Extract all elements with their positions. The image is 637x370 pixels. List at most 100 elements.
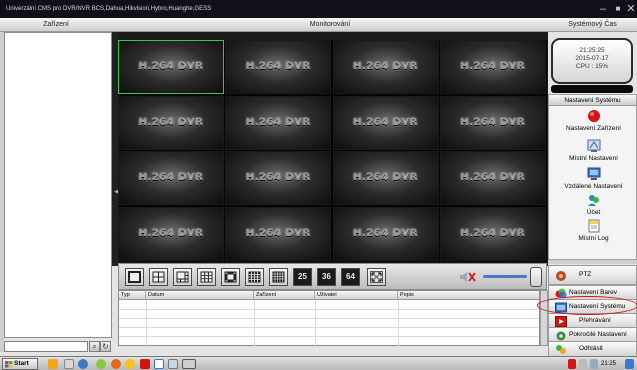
video-cell-label: H.264 DVR	[460, 116, 526, 128]
devices-header: Zařízení	[0, 18, 112, 32]
video-cell[interactable]: H.264 DVR	[225, 40, 332, 94]
video-cell-label: H.264 DVR	[460, 227, 526, 239]
log-scrollbar[interactable]	[540, 290, 548, 346]
system-settings-panel: Nastavení Systému Nastavení Zařízení Mís…	[548, 94, 637, 260]
window-icon[interactable]	[154, 359, 164, 369]
volume-slider-thumb[interactable]	[530, 267, 542, 287]
log-grid-line	[315, 300, 316, 346]
video-cell[interactable]: H.264 DVR	[332, 40, 439, 94]
video-grid: H.264 DVR H.264 DVR H.264 DVR H.264 DVR H.26…	[118, 40, 547, 262]
layout-16-button[interactable]	[245, 268, 264, 286]
start-button[interactable]: Start	[2, 358, 38, 370]
settings-panel-title: Nastavení Systému	[549, 95, 636, 106]
media-icon[interactable]	[140, 359, 150, 369]
layout-1-icon	[128, 271, 141, 283]
log-grid-line	[119, 327, 539, 328]
video-cell[interactable]: H.264 DVR	[439, 206, 546, 261]
layout-25-button[interactable]: 25	[293, 268, 312, 286]
video-cell[interactable]: H.264 DVR	[118, 206, 224, 261]
layout-4-icon	[152, 271, 165, 283]
ptz-button[interactable]: PTZ	[548, 265, 637, 285]
advanced-settings-label: Pokročilé Nastavení	[569, 331, 627, 338]
show-desktop-icon[interactable]	[625, 359, 634, 369]
video-cell[interactable]: H.264 DVR	[225, 95, 332, 150]
log-col-date[interactable]: Datum	[146, 291, 254, 300]
video-cell-label: H.264 DVR	[138, 172, 204, 183]
device-tree[interactable]	[4, 32, 112, 338]
layout-13-icon	[224, 271, 237, 283]
local-log-item[interactable]: Místní Log	[549, 219, 637, 242]
device-settings-icon	[587, 110, 600, 122]
app-icon[interactable]	[111, 359, 121, 369]
local-settings-item[interactable]: Místní Nastavení	[549, 139, 637, 162]
logout-button[interactable]: Odhlásit	[548, 341, 637, 357]
layout-6-button[interactable]	[173, 268, 192, 286]
taskbar: Start 21:25	[0, 356, 637, 370]
layout-4-button[interactable]	[149, 268, 168, 286]
advanced-settings-icon	[556, 331, 566, 341]
layout-9-button[interactable]	[197, 268, 216, 286]
local-settings-label: Místní Nastavení	[569, 155, 618, 162]
log-grid-line	[119, 309, 539, 310]
device-search-input[interactable]	[4, 341, 88, 352]
log-col-device[interactable]: Zařízení	[254, 291, 315, 300]
log-col-type[interactable]: Typ	[119, 291, 146, 300]
video-cell[interactable]: H.264 DVR	[332, 95, 439, 150]
remote-settings-item[interactable]: Vzdálené Nastavení	[549, 167, 637, 190]
speaker-icon[interactable]	[590, 359, 598, 369]
app-icon[interactable]	[168, 359, 178, 369]
chrome-icon[interactable]	[125, 359, 135, 369]
video-cell[interactable]: H.264 DVR	[332, 151, 439, 205]
video-cell[interactable]: H.264 DVR	[118, 151, 224, 205]
close-icon[interactable]: ✕	[622, 0, 637, 18]
log-col-description[interactable]: Popis	[398, 291, 540, 300]
video-cell[interactable]: H.264 DVR	[439, 40, 546, 94]
volume-slider-track[interactable]	[483, 275, 527, 278]
layout-64-button[interactable]: 64	[341, 268, 360, 286]
device-settings-item[interactable]: Nastavení Zařízení	[549, 109, 637, 132]
right-column-gap	[548, 260, 637, 264]
video-cell-label: H.264 DVR	[245, 172, 311, 183]
start-label: Start	[14, 360, 29, 367]
account-item[interactable]: Účet	[549, 193, 637, 216]
color-settings-label: Nastavení Barev	[569, 289, 618, 296]
highlight-annotation	[537, 296, 637, 315]
video-cell[interactable]: H.264 DVR	[439, 95, 546, 150]
tray-icon[interactable]	[579, 359, 587, 369]
mute-speaker-icon[interactable]	[459, 270, 477, 284]
app-icon[interactable]	[96, 359, 106, 369]
layout-36-button[interactable]: 36	[317, 268, 336, 286]
layout-1-button[interactable]	[125, 268, 144, 286]
log-grid-line	[119, 318, 539, 319]
video-cell[interactable]: H.264 DVR	[118, 40, 224, 94]
system-time-header: Systémový Čas	[548, 18, 637, 32]
browser-icon[interactable]	[78, 359, 88, 369]
search-icon[interactable]: ⌕	[89, 341, 100, 352]
log-col-user[interactable]: Uživatel	[315, 291, 398, 300]
windows-logo-icon	[5, 361, 13, 368]
video-cell[interactable]: H.264 DVR	[439, 151, 546, 205]
video-cell-label: H.264 DVR	[353, 61, 418, 72]
video-cell[interactable]: H.264 DVR	[118, 95, 224, 150]
cms-app-icon[interactable]	[182, 359, 196, 369]
tray-icon[interactable]	[568, 359, 576, 369]
video-cell[interactable]: H.264 DVR	[332, 206, 439, 261]
window-title-bar: Univerzální CMS pro DVR/NVR BCS,Dahua,Hi…	[0, 0, 637, 18]
video-cell-label: H.264 DVR	[138, 61, 204, 72]
fullscreen-button[interactable]	[367, 268, 386, 286]
logout-label: Odhlásit	[579, 345, 603, 352]
playback-icon	[555, 316, 567, 327]
video-cell[interactable]: H.264 DVR	[225, 206, 332, 261]
clock-time: 21:25:25	[579, 47, 605, 54]
layout-20-button[interactable]	[269, 268, 288, 286]
window-title: Univerzální CMS pro DVR/NVR BCS,Dahua,Hi…	[6, 6, 212, 12]
log-table: Typ Datum Zařízení Uživatel Popis	[118, 290, 540, 346]
monitoring-header: Monitorování	[112, 18, 548, 32]
local-settings-icon	[587, 139, 600, 152]
refresh-icon[interactable]: ↻	[100, 341, 111, 352]
quicklaunch-icon[interactable]	[64, 359, 74, 369]
layout-13-button[interactable]	[221, 268, 240, 286]
video-cell[interactable]: H.264 DVR	[225, 151, 332, 205]
layout-16-icon	[248, 271, 261, 283]
folder-icon[interactable]	[48, 359, 58, 369]
